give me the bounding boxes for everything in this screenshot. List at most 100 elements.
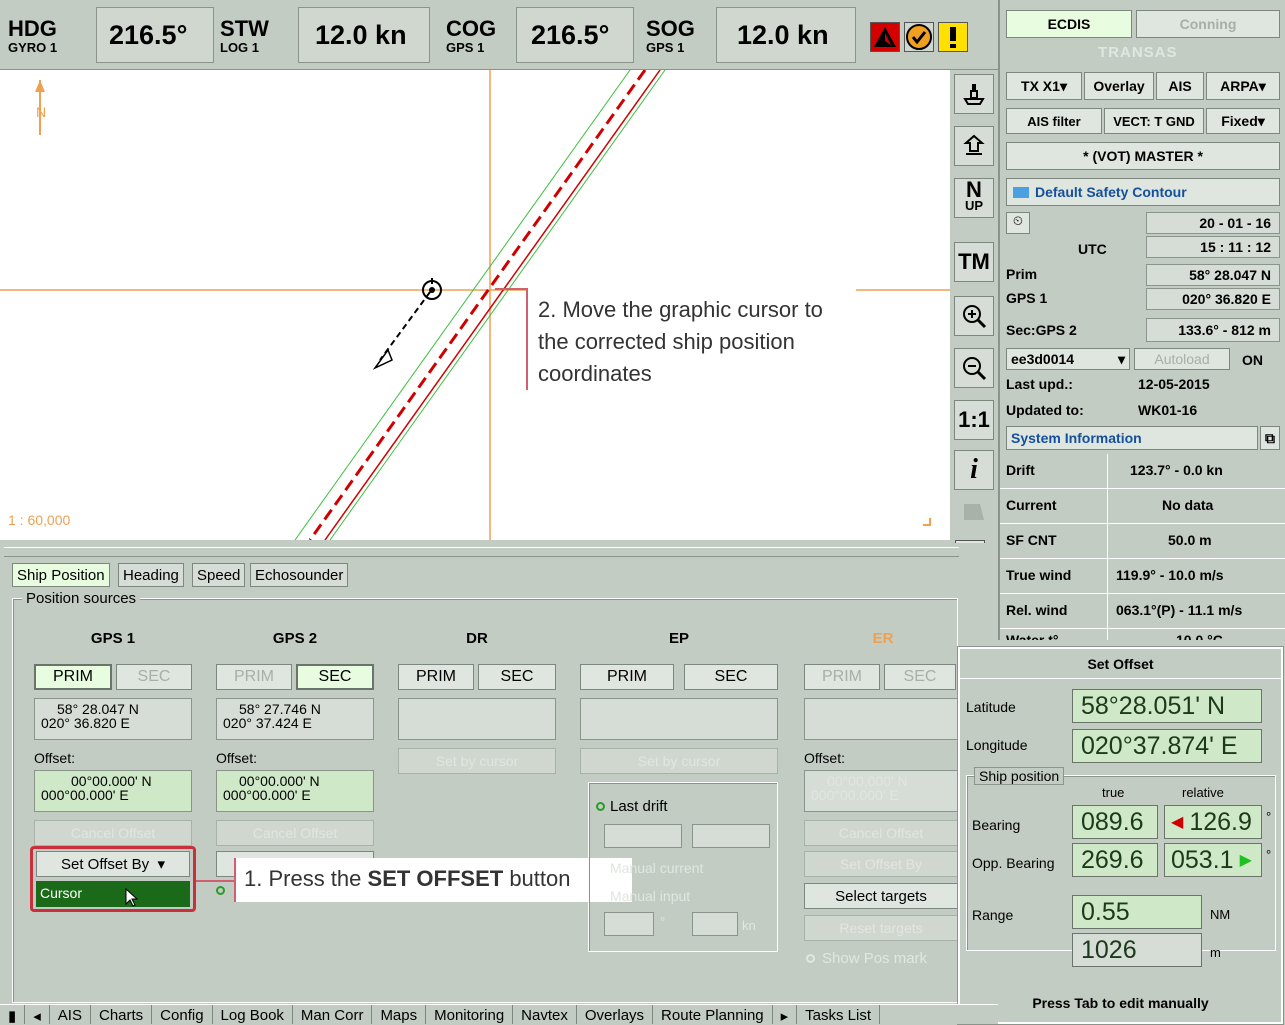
sysinfo-key: True wind — [1006, 567, 1072, 583]
gps1-set-offset-by[interactable]: Set Offset By ▾ — [36, 851, 190, 877]
last-drift-label: Last drift — [610, 798, 668, 815]
tab-nav-left-icon[interactable]: ◂ — [25, 1005, 50, 1025]
pan-icon[interactable] — [962, 500, 986, 527]
er-prim-button[interactable]: PRIM — [804, 664, 880, 690]
arpa-select[interactable]: ARPA ▾ — [1206, 72, 1280, 100]
tab-ais[interactable]: AIS — [50, 1005, 91, 1024]
gps2-sec-button[interactable]: SEC — [296, 664, 374, 690]
cog-text: COG — [446, 16, 497, 41]
dialog-title: Set Offset — [960, 649, 1281, 679]
cell-select[interactable]: ee3d0014 ▾ — [1006, 348, 1130, 370]
manual-current-label: Manual current — [610, 860, 704, 876]
manual-dir-field[interactable] — [604, 912, 654, 936]
tab-charts[interactable]: Charts — [91, 1005, 153, 1024]
updated-to-value: WK01-16 — [1138, 402, 1198, 418]
tab-tasks-list[interactable]: Tasks List — [797, 1005, 881, 1024]
gps2-cancel-offset[interactable]: Cancel Offset — [216, 820, 374, 846]
overlay-button[interactable]: Overlay — [1084, 72, 1154, 100]
er-cancel-offset[interactable]: Cancel Offset — [804, 820, 958, 846]
er-set-offset-by[interactable]: Set Offset By — [804, 851, 958, 877]
bearing-true-field[interactable]: 089.6 — [1072, 805, 1158, 839]
tab-echosounder[interactable]: Echosounder — [250, 563, 349, 587]
er-offset-label: Offset: — [804, 750, 845, 766]
sog-value-box: 12.0 kn — [716, 7, 856, 63]
acknowledge-icon[interactable] — [904, 22, 934, 52]
tab-nav-start-icon[interactable]: ▮ — [0, 1005, 26, 1025]
tab-nav-right-icon[interactable]: ▸ — [773, 1005, 798, 1025]
ais-button[interactable]: AIS — [1156, 72, 1204, 100]
range-m-field[interactable]: 1026 — [1072, 933, 1202, 967]
system-info-select[interactable]: System Information — [1006, 426, 1258, 450]
own-ship-icon[interactable] — [954, 74, 994, 114]
radio-icon[interactable] — [216, 886, 225, 895]
tab-monitoring[interactable]: Monitoring — [426, 1005, 514, 1024]
gps2-prim-button[interactable]: PRIM — [216, 664, 292, 690]
warning-icon[interactable] — [938, 22, 968, 52]
tab-heading[interactable]: Heading — [118, 563, 184, 587]
clock-icon[interactable]: ⏲ — [1006, 212, 1030, 234]
gps1-prim-button[interactable]: PRIM — [34, 664, 112, 690]
bearing-rel-field[interactable]: ◀ 126.9 — [1164, 805, 1262, 839]
center-ship-icon[interactable] — [954, 126, 994, 166]
tab-overlays[interactable]: Overlays — [577, 1005, 654, 1024]
latitude-field[interactable]: 58°28.051' N — [1072, 689, 1262, 723]
tab-speed[interactable]: Speed — [192, 563, 246, 587]
opp-bearing-rel-field[interactable]: 053.1 ▶ — [1164, 843, 1262, 877]
last-drift-radio[interactable] — [596, 802, 605, 811]
one-to-one-button[interactable]: 1:1 — [954, 400, 994, 440]
drift-field-2[interactable] — [692, 824, 770, 848]
select-targets-button[interactable]: Select targets — [804, 883, 958, 909]
tab-log-book[interactable]: Log Book — [213, 1005, 293, 1024]
tab-ship-position[interactable]: Ship Position — [12, 563, 110, 587]
dr-set-by-cursor[interactable]: Set by cursor — [398, 748, 556, 774]
dr-prim-button[interactable]: PRIM — [398, 664, 474, 690]
sysinfo-key: SF CNT — [1006, 532, 1057, 548]
cog-label: COG GPS 1 — [446, 16, 497, 56]
tab-config[interactable]: Config — [152, 1005, 213, 1024]
info-icon[interactable]: i — [954, 450, 994, 490]
ep-set-by-cursor[interactable]: Set by cursor — [580, 748, 778, 774]
alarm-icon[interactable] — [870, 22, 900, 52]
gps2-offset: 00°00.000' N 000°00.000' E — [216, 770, 374, 812]
ship-position-icon[interactable] — [420, 278, 444, 305]
window-icon[interactable]: ⧉ — [1260, 426, 1280, 450]
tab-navtex[interactable]: Navtex — [513, 1005, 577, 1024]
zoom-in-icon[interactable] — [954, 296, 994, 336]
arpa-label: ARPA — [1220, 78, 1259, 94]
nm-unit: NM — [1210, 907, 1231, 922]
er-sec-button[interactable]: SEC — [884, 664, 956, 690]
ep-sec-button[interactable]: SEC — [684, 664, 778, 690]
ais-filter-button[interactable]: AIS filter — [1006, 108, 1102, 134]
safety-contour-select[interactable]: Default Safety Contour — [1006, 178, 1280, 206]
ep-prim-button[interactable]: PRIM — [580, 664, 674, 690]
ecdis-tab[interactable]: ECDIS — [1006, 10, 1132, 38]
manual-speed-field[interactable] — [692, 912, 738, 936]
opp-bearing-true-field[interactable]: 269.6 — [1072, 843, 1158, 877]
master-select[interactable]: * (VOT) MASTER * — [1006, 142, 1280, 170]
tab-route-planning[interactable]: Route Planning — [653, 1005, 773, 1024]
drift-field-1[interactable] — [604, 824, 682, 848]
autoload-button[interactable]: Autoload — [1134, 348, 1230, 370]
conning-tab[interactable]: Conning — [1136, 10, 1280, 38]
reset-targets-button[interactable]: Reset targets — [804, 915, 958, 941]
vect-button[interactable]: VECT: T GND — [1104, 108, 1204, 134]
dr-sec-button[interactable]: SEC — [478, 664, 556, 690]
fixed-select[interactable]: Fixed ▾ — [1206, 108, 1280, 134]
north-up-button[interactable]: N UP — [954, 178, 994, 218]
callout-2: 2. Move the graphic cursor to the correc… — [526, 288, 856, 390]
gps1-cancel-offset[interactable]: Cancel Offset — [34, 820, 192, 846]
tab-maps[interactable]: Maps — [372, 1005, 427, 1024]
show-pos-radio[interactable] — [806, 954, 815, 963]
true-motion-button[interactable]: TM — [954, 242, 994, 282]
tx-select[interactable]: TX X1 ▾ — [1006, 72, 1082, 100]
position-sources-label: Position sources — [22, 590, 141, 607]
longitude-field[interactable]: 020°37.874' E — [1072, 729, 1262, 763]
sog-value: 12.0 kn — [737, 20, 829, 50]
sog-source: GPS 1 — [646, 40, 685, 55]
er-offset-lat: 00°00.000' N — [827, 773, 908, 789]
dropdown-item-cursor[interactable]: Cursor — [36, 881, 190, 907]
gps1-sec-button[interactable]: SEC — [116, 664, 192, 690]
range-nm-field[interactable]: 0.55 — [1072, 895, 1202, 929]
tab-man-corr[interactable]: Man Corr — [293, 1005, 373, 1024]
zoom-out-icon[interactable] — [954, 348, 994, 388]
